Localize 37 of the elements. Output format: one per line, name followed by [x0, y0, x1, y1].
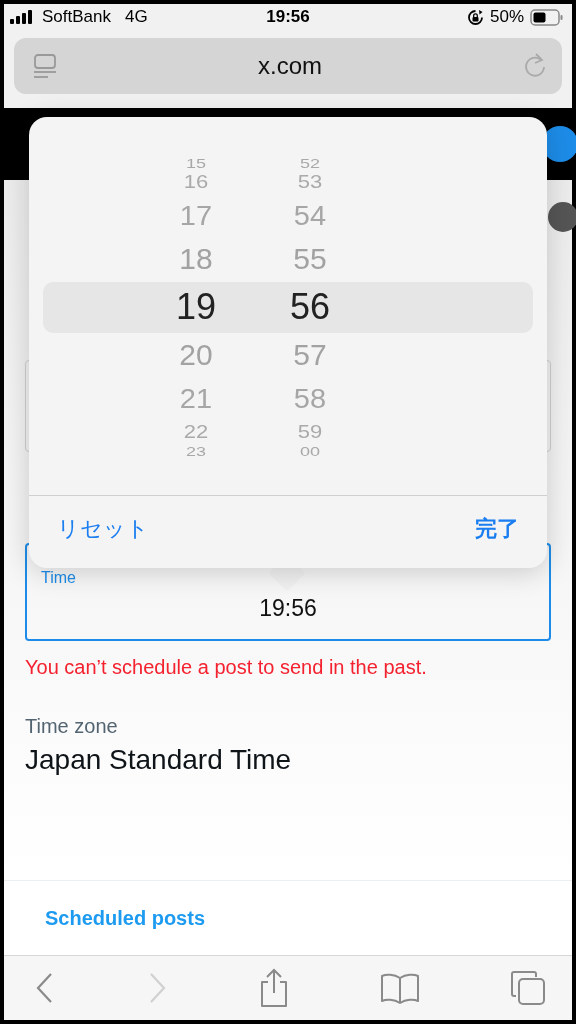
reader-icon[interactable]	[32, 53, 58, 79]
error-message: You can’t schedule a post to send in the past.	[25, 656, 428, 679]
minute-option[interactable]: 55	[293, 236, 327, 282]
minute-option[interactable]: 52	[300, 157, 320, 169]
tabs-icon[interactable]	[510, 970, 546, 1006]
minute-option[interactable]: 59	[297, 421, 323, 443]
scheduled-posts-link[interactable]: Scheduled posts	[45, 906, 206, 930]
field-label: Time	[41, 569, 76, 587]
time-zone-value: Japan Standard Time	[25, 744, 293, 776]
hour-option[interactable]: 22	[183, 421, 209, 443]
hour-option[interactable]: 18	[179, 236, 213, 282]
hour-option[interactable]: 15	[186, 157, 206, 169]
rotation-lock-icon	[466, 8, 484, 26]
minute-option[interactable]: 58	[293, 379, 327, 419]
bookmarks-icon[interactable]	[380, 972, 420, 1004]
hour-option[interactable]: 17	[179, 195, 213, 235]
battery-percent: 50%	[489, 7, 524, 27]
minute-option[interactable]: 00	[300, 445, 320, 457]
hour-option[interactable]: 16	[183, 171, 209, 193]
time-zone-label: Time zone	[25, 715, 119, 738]
battery-icon	[530, 8, 564, 26]
minute-option[interactable]: 54	[293, 195, 327, 235]
url-text: x.com	[258, 52, 322, 80]
network-type: 4G	[125, 7, 148, 27]
hour-option[interactable]: 21	[179, 379, 213, 419]
round-icon	[548, 202, 576, 232]
field-value: 19:56	[258, 595, 318, 622]
carrier-name: SoftBank	[42, 7, 111, 27]
status-time: 19:56	[265, 7, 311, 27]
hour-option[interactable]: 19	[175, 282, 216, 332]
minute-option[interactable]: 57	[293, 332, 327, 378]
hour-option[interactable]: 20	[179, 332, 213, 378]
hour-option[interactable]: 23	[186, 445, 206, 457]
minute-option[interactable]: 56	[289, 282, 330, 332]
share-icon[interactable]	[258, 968, 290, 1008]
minute-option[interactable]: 53	[297, 171, 323, 193]
address-bar[interactable]: x.com	[14, 38, 562, 94]
